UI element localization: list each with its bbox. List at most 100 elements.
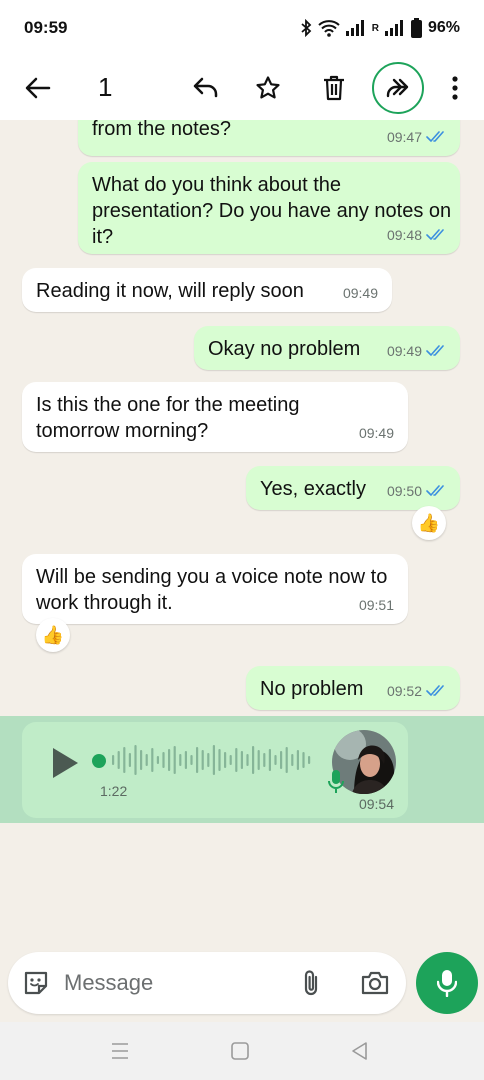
sticker-icon[interactable] <box>22 969 50 997</box>
voice-note-duration: 1:22 <box>100 783 128 799</box>
waveform-bar <box>285 747 288 773</box>
voice-progress-handle[interactable] <box>92 754 106 768</box>
waveform-bar <box>235 748 238 772</box>
message-meta: 09:48 <box>387 222 446 248</box>
message-time: 09:47 <box>386 129 422 145</box>
message-time: 09:49 <box>358 425 394 441</box>
message-meta: 09:47 <box>387 124 446 150</box>
waveform-bar <box>296 750 299 770</box>
message-bubble-incoming[interactable]: Reading it now, will reply soon 09:49 <box>22 268 392 312</box>
message-bubble-outgoing[interactable]: No problem 09:52 <box>246 666 460 710</box>
waveform-bar <box>218 749 221 771</box>
reaction-thumbs-up[interactable]: 👍 <box>36 618 70 652</box>
waveform-bar <box>117 751 120 769</box>
more-vert-icon <box>452 76 458 100</box>
read-ticks-icon <box>426 485 444 496</box>
message-meta: 09:51 <box>359 592 394 618</box>
back-arrow-icon <box>25 77 51 99</box>
message-time: 09:49 <box>342 285 378 301</box>
message-bubble-outgoing[interactable]: from the notes? 09:47 <box>78 120 460 156</box>
waveform-bar <box>145 754 148 766</box>
waveform-bar <box>291 754 294 766</box>
message-bubble-outgoing[interactable]: What do you think about the presentation… <box>78 162 460 254</box>
status-bar: 09:59 R 96% <box>0 0 484 56</box>
mic-icon <box>328 770 344 793</box>
waveform-bar <box>190 755 193 765</box>
star-button[interactable] <box>246 56 290 120</box>
waveform-bar <box>257 750 260 770</box>
read-ticks-icon <box>426 229 444 240</box>
waveform-bar <box>268 749 271 771</box>
waveform-bar <box>162 752 165 768</box>
home-icon[interactable] <box>228 1040 252 1062</box>
forward-highlight-ring <box>372 62 424 114</box>
system-navigation-bar <box>0 1022 484 1080</box>
message-meta: 09:49 <box>387 338 446 364</box>
waveform-bar <box>229 755 232 765</box>
message-meta: 09:49 <box>359 420 394 446</box>
star-icon <box>256 76 280 99</box>
waveform-bar <box>168 749 171 771</box>
back-button[interactable] <box>18 56 58 120</box>
waveform-bar <box>246 754 249 766</box>
message-input[interactable] <box>64 966 264 1000</box>
selection-action-bar: 1 <box>0 56 484 120</box>
waveform-bar <box>134 745 137 775</box>
read-ticks-icon <box>426 685 444 696</box>
attach-icon[interactable] <box>300 968 322 998</box>
nav-back-icon[interactable] <box>348 1040 372 1062</box>
read-ticks-icon <box>426 345 444 356</box>
play-icon[interactable] <box>50 746 80 780</box>
message-bubble-outgoing[interactable]: Okay no problem 09:49 <box>194 326 460 370</box>
waveform[interactable] <box>108 740 318 780</box>
waveform-bar <box>274 755 277 765</box>
waveform-bar <box>207 753 210 767</box>
delete-icon <box>324 75 344 101</box>
waveform-bar <box>128 753 131 767</box>
waveform-bar <box>151 748 154 772</box>
voice-note-time: 09:54 <box>358 796 394 812</box>
message-bubble-outgoing[interactable]: Yes, exactly 09:50 <box>246 466 460 510</box>
waveform-bar <box>156 756 159 764</box>
signal-roaming-icon <box>384 20 403 36</box>
message-time: 09:48 <box>386 227 422 243</box>
message-bubble-incoming[interactable]: Is this the one for the meeting tomorrow… <box>22 382 408 452</box>
waveform-bar <box>140 750 143 770</box>
waveform-bar <box>263 753 266 767</box>
waveform-bar <box>280 751 283 769</box>
waveform-bar <box>173 746 176 774</box>
waveform-bar <box>196 747 199 773</box>
message-time: 09:49 <box>386 343 422 359</box>
message-composer <box>8 952 406 1014</box>
wifi-icon <box>318 20 340 37</box>
forward-button[interactable] <box>370 56 426 120</box>
waveform-bar <box>302 752 305 768</box>
reaction-thumbs-up[interactable]: 👍 <box>412 506 446 540</box>
waveform-bar <box>212 745 215 775</box>
status-icons: R 96% <box>300 18 460 38</box>
message-time: 09:50 <box>386 483 422 499</box>
camera-icon[interactable] <box>360 969 390 997</box>
reply-button[interactable] <box>184 56 228 120</box>
message-text: Is this the one for the meeting tomorrow… <box>36 394 300 442</box>
message-meta: 09:52 <box>387 678 446 704</box>
waveform-bar <box>179 754 182 766</box>
voice-note-bubble[interactable]: 1:22 09:54 <box>22 722 408 818</box>
waveform-bar <box>252 746 255 774</box>
delete-button[interactable] <box>312 56 356 120</box>
more-options-button[interactable] <box>440 56 470 120</box>
voice-record-button[interactable] <box>416 952 478 1014</box>
forward-icon <box>386 78 409 98</box>
chat-area[interactable]: from the notes? 09:47 What do you think … <box>0 120 484 940</box>
recent-apps-icon[interactable] <box>108 1040 132 1062</box>
roaming-label: R <box>371 22 379 34</box>
waveform-bar <box>224 752 227 768</box>
battery-icon <box>410 18 422 38</box>
message-time: 09:52 <box>386 683 422 699</box>
message-text: Will be sending you a voice note now to … <box>36 566 388 614</box>
waveform-bar <box>112 755 115 765</box>
selected-count: 1 <box>98 72 113 102</box>
message-meta: 09:49 <box>343 280 378 306</box>
read-ticks-icon <box>426 131 444 142</box>
message-bubble-incoming[interactable]: Will be sending you a voice note now to … <box>22 554 408 624</box>
